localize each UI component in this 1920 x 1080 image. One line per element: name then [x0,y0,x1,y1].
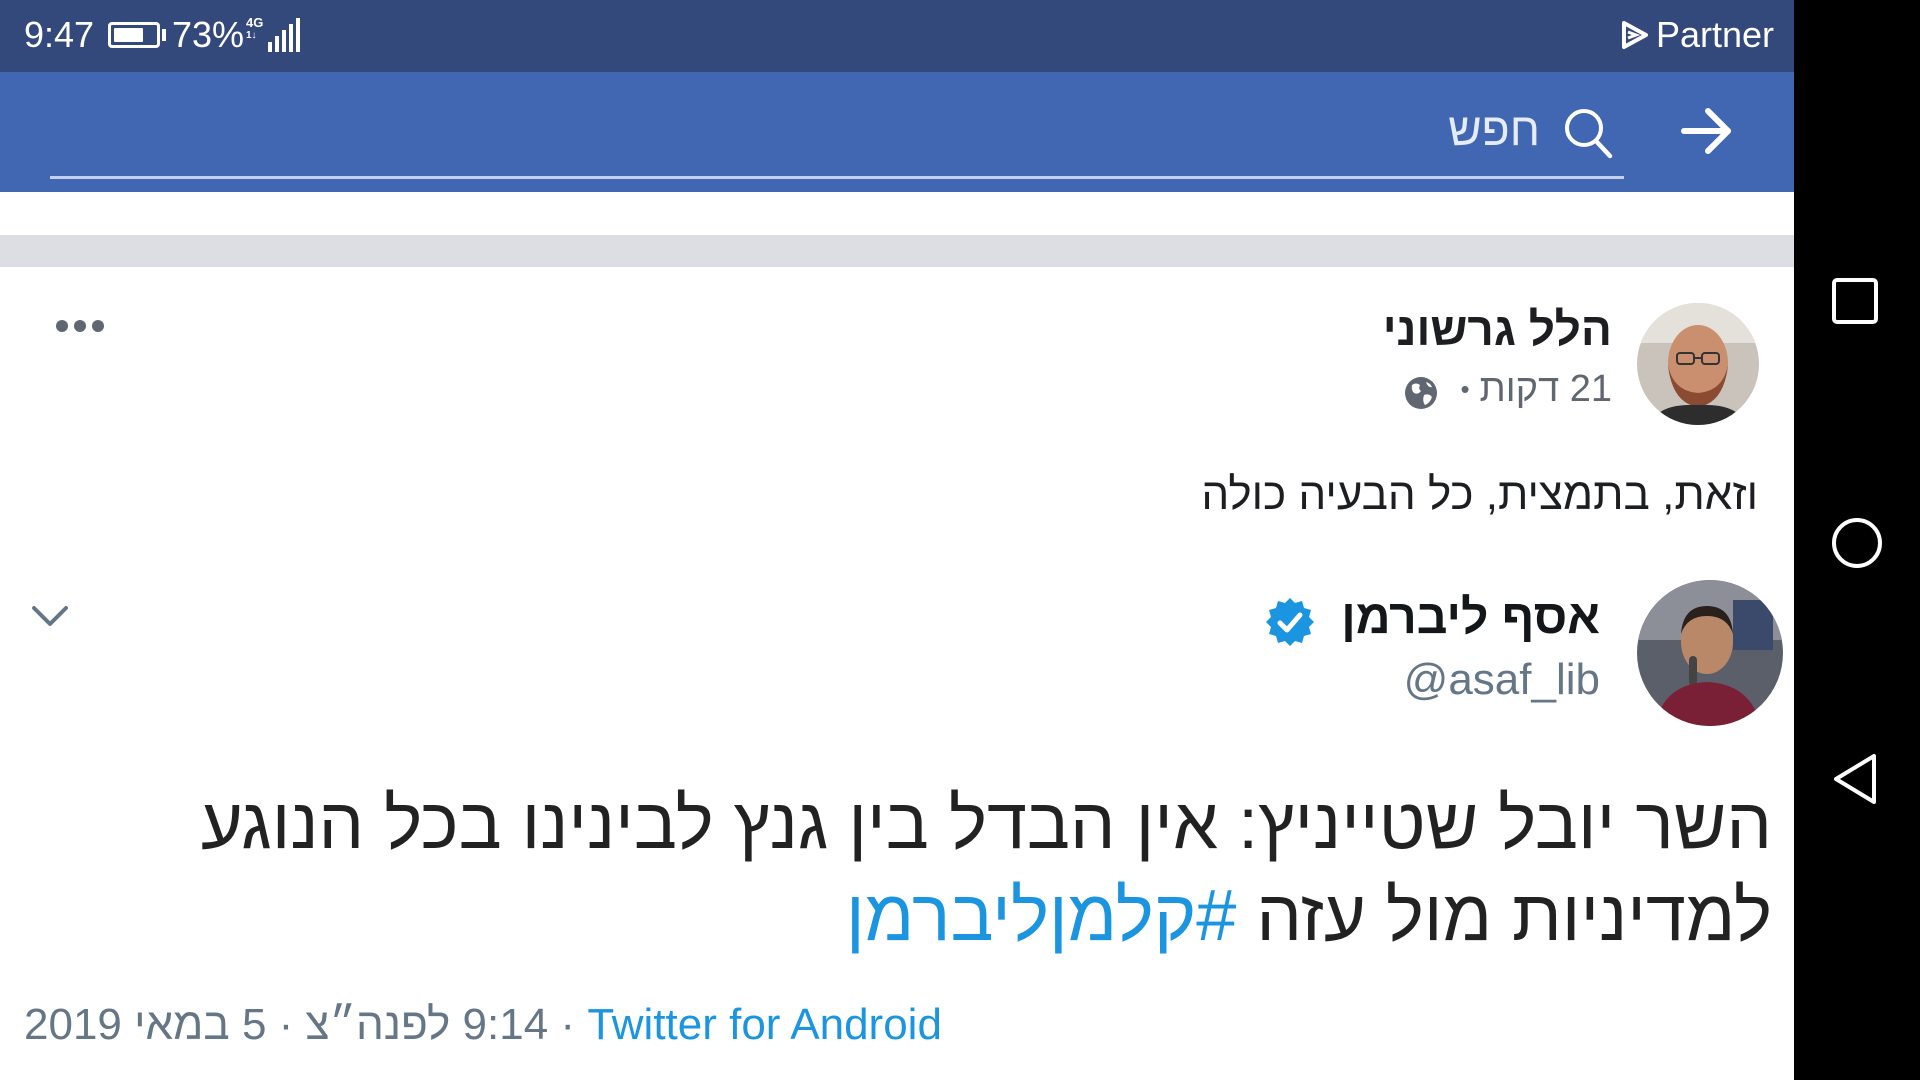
battery-fill [114,28,143,42]
navigation-bar [1794,0,1920,1080]
tweet-author-name[interactable]: אסף ליברמן [1341,590,1600,645]
tweet-hashtag[interactable]: #קלמןליברמן [846,876,1236,956]
post-meta: 21 דקות • [1460,368,1612,411]
post-text: וזאת, בתמצית, כל הבעיה כולה [1201,470,1758,519]
chevron-down-icon[interactable] [30,604,70,628]
footer-separator: · [560,1000,576,1049]
search-underline [50,176,1624,179]
battery-tip [162,29,166,41]
signal-icon [268,18,300,52]
tweet-footer: 9:14 לפנה״צ · 5 במאי 2019 · Twitter for … [24,1000,942,1050]
author-name[interactable]: הלל גרשוני [1383,302,1612,356]
back-triangle-icon[interactable] [1830,752,1882,806]
author-photo [1637,303,1759,425]
meta-separator: • [1460,374,1470,404]
network-type: 4G 1↓ [246,16,263,42]
battery-icon [108,22,160,48]
carrier: Partner [1620,14,1774,56]
post-time[interactable]: 21 דקות [1480,368,1612,411]
network-type-bottom: 1↓ [246,30,257,41]
app-bar: חפש [0,72,1794,192]
tweet-body: השר יובל שטייניץ: אין הבדל בין גנץ לביני… [32,778,1772,962]
carrier-logo-icon [1621,21,1648,49]
arrow-right-icon[interactable] [1680,106,1734,156]
status-time: 9:47 [24,14,95,55]
network-type-top: 4G [246,15,264,30]
carrier-name: Partner [1655,14,1774,55]
tweet-handle[interactable]: @asaf_lib [1404,655,1600,705]
feed-divider [0,235,1794,267]
verified-badge-icon [1266,598,1314,646]
tweet-source[interactable]: Twitter for Android [587,1000,942,1049]
tweet-author-photo [1637,580,1783,726]
spacer [0,192,1794,235]
tweet-timestamp[interactable]: 9:14 לפנה״צ · 5 במאי 2019 [24,1000,548,1049]
home-circle-icon[interactable] [1830,516,1884,570]
screen: 9:47 73% 4G 1↓ Partner חפש הלל גרשוני 21… [0,0,1794,1080]
search-icon[interactable] [1562,106,1614,160]
status-bar: 9:47 73% 4G 1↓ Partner [0,0,1794,72]
battery-percent: 73% [172,14,245,55]
globe-icon [1405,377,1437,409]
tweet-author-avatar[interactable] [1637,580,1783,726]
recents-square-icon[interactable] [1830,276,1880,326]
author-avatar[interactable] [1637,303,1759,425]
more-options-icon[interactable] [54,318,106,334]
search-input[interactable]: חפש [1448,102,1540,156]
